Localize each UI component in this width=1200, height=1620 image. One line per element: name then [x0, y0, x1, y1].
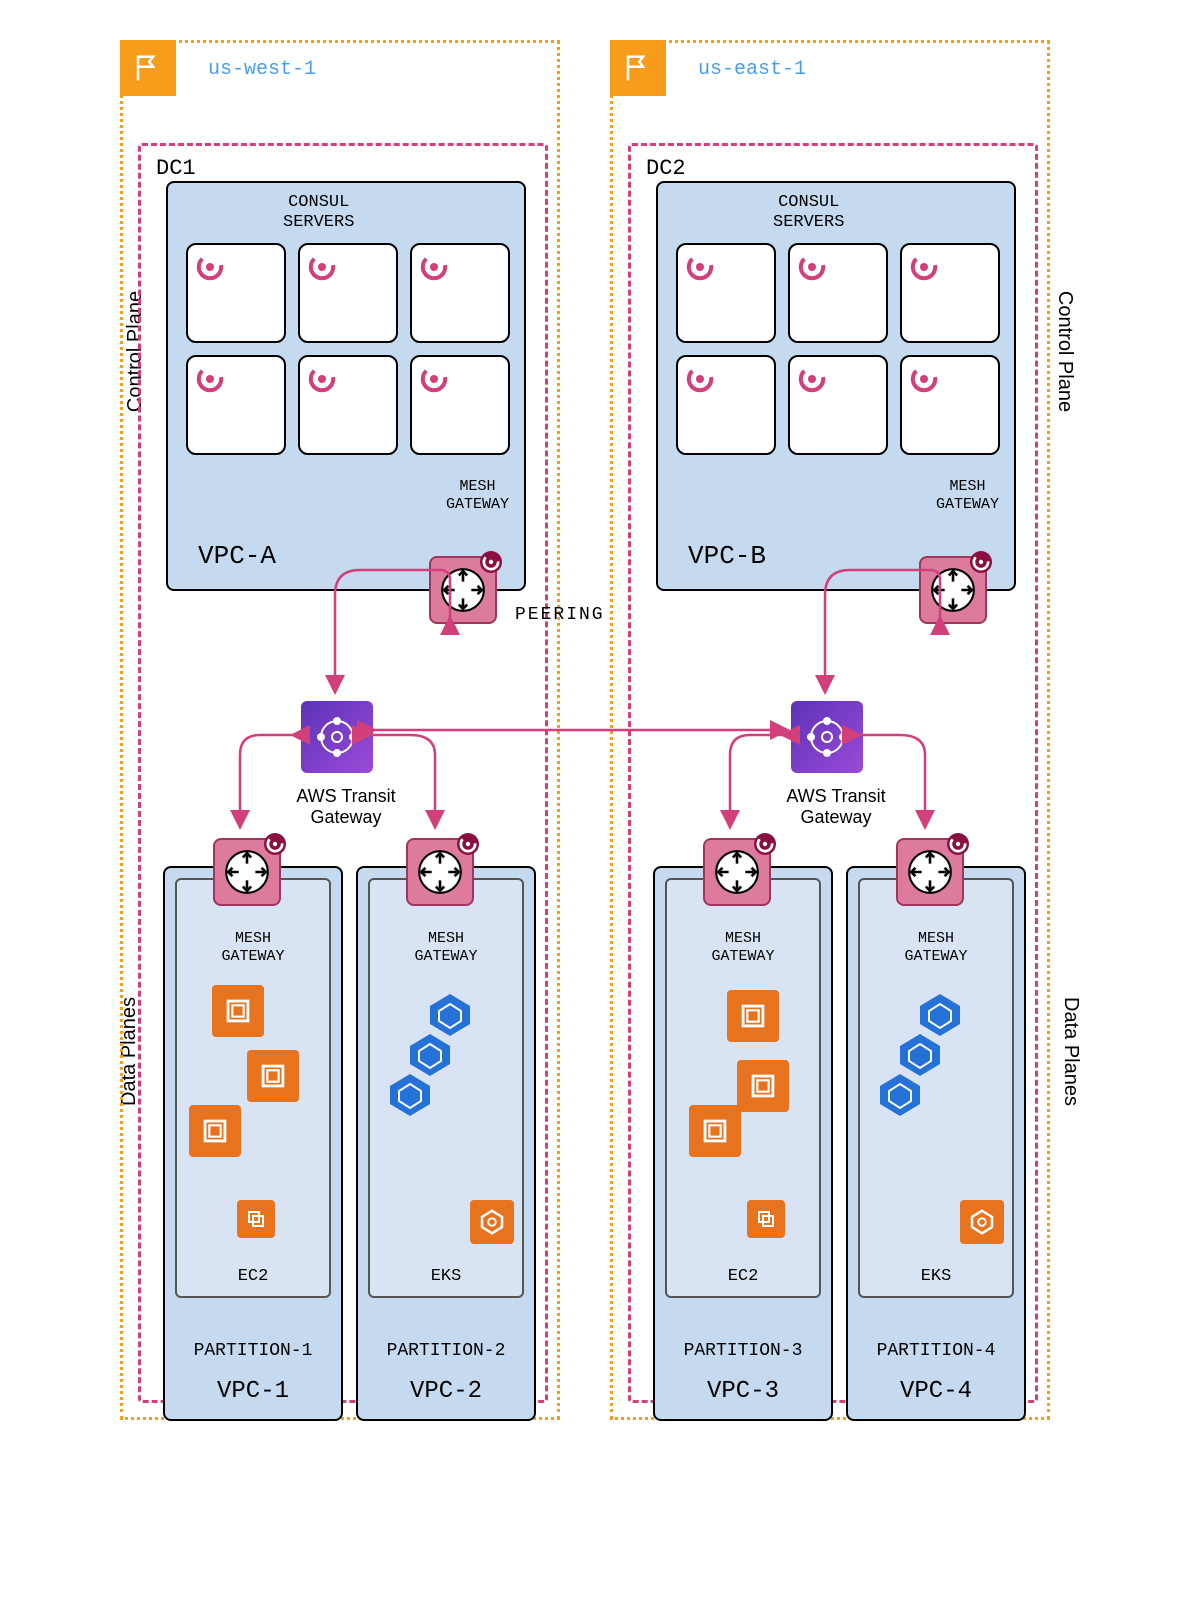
dc1-title: DC1 — [156, 156, 196, 181]
consul-icon — [684, 251, 716, 283]
mesh-gateway-icon — [213, 838, 281, 906]
vpc-1-box: MESH GATEWAY EC2 PARTITION-1 VPC-1 — [163, 866, 343, 1421]
vpc-3-label: VPC-3 — [655, 1378, 831, 1405]
region-us-west-1: us-west-1 DC1 CONSUL SERVERS MESH GATEWA… — [120, 40, 560, 1420]
consul-icon — [908, 363, 940, 395]
region-us-east-1: us-east-1 DC2 CONSUL SERVERS MESH GATEWA… — [610, 40, 1050, 1420]
consul-icon — [418, 363, 450, 395]
partition-2-box: MESH GATEWAY EKS — [368, 878, 524, 1298]
mesh-gateway-label: MESH GATEWAY — [936, 478, 999, 514]
consul-server-node — [788, 355, 888, 455]
partition-3-box: MESH GATEWAY EC2 — [665, 878, 821, 1298]
mesh-gateway-icon — [406, 838, 474, 906]
consul-server-node — [788, 243, 888, 343]
kubernetes-pod-icon — [875, 1070, 925, 1120]
ec2-instance-icon — [247, 1050, 299, 1102]
consul-server-node — [410, 355, 510, 455]
vpc-2-box: MESH GATEWAY EKS PARTITION-2 VPC-2 — [356, 866, 536, 1421]
consul-badge-icon — [264, 833, 286, 855]
region-flag-icon — [120, 40, 176, 96]
vpc-3-box: MESH GATEWAY EC2 PARTITION-3 VPC-3 — [653, 866, 833, 1421]
ec2-instance-icon — [737, 1060, 789, 1112]
consul-badge-icon — [754, 833, 776, 855]
vpc-2-label: VPC-2 — [358, 1378, 534, 1405]
eks-label: EKS — [370, 1267, 522, 1286]
consul-server-node — [298, 355, 398, 455]
partition-2-label: PARTITION-2 — [358, 1341, 534, 1361]
partition-1-label: PARTITION-1 — [165, 1341, 341, 1361]
consul-icon — [194, 251, 226, 283]
consul-server-node — [298, 243, 398, 343]
vpc-b-box: CONSUL SERVERS MESH GATEWAY VPC-B — [656, 181, 1016, 591]
consul-badge-icon — [480, 551, 502, 573]
ec2-instance-icon — [212, 985, 264, 1037]
eks-label: EKS — [860, 1267, 1012, 1286]
mesh-gateway-icon — [703, 838, 771, 906]
aws-transit-gateway-label: AWS Transit Gateway — [281, 786, 411, 828]
consul-server-node — [186, 243, 286, 343]
partition-4-label: PARTITION-4 — [848, 1341, 1024, 1361]
vpc-1-label: VPC-1 — [165, 1378, 341, 1405]
consul-icon — [908, 251, 940, 283]
eks-service-icon — [960, 1200, 1004, 1244]
vpc-a-box: CONSUL SERVERS MESH GATEWAY VPC-A — [166, 181, 526, 591]
region-name-west: us-west-1 — [208, 58, 316, 81]
data-planes-label-right: Data Planes — [1059, 997, 1082, 1106]
consul-badge-icon — [970, 551, 992, 573]
aws-transit-gateway-icon — [791, 701, 863, 773]
consul-servers-header: CONSUL SERVERS — [283, 193, 354, 234]
consul-icon — [684, 363, 716, 395]
mesh-gateway-icon — [919, 556, 987, 624]
mesh-gateway-icon — [429, 556, 497, 624]
partition-3-label: PARTITION-3 — [655, 1341, 831, 1361]
mesh-gateway-label: MESH GATEWAY — [370, 930, 522, 966]
consul-server-node — [900, 243, 1000, 343]
eks-service-icon — [470, 1200, 514, 1244]
partition-1-box: MESH GATEWAY EC2 — [175, 878, 331, 1298]
mesh-gateway-icon — [896, 838, 964, 906]
ec2-label: EC2 — [177, 1267, 329, 1286]
dc1-cluster-boundary: DC1 CONSUL SERVERS MESH GATEWAY VPC-A — [138, 143, 548, 1403]
vpc-b-label: VPC-B — [688, 541, 766, 571]
partition-4-box: MESH GATEWAY EKS — [858, 878, 1014, 1298]
aws-transit-gateway-icon — [301, 701, 373, 773]
consul-server-node — [186, 355, 286, 455]
ec2-instance-icon — [689, 1105, 741, 1157]
vpc-4-box: MESH GATEWAY EKS PARTITION-4 VPC-4 — [846, 866, 1026, 1421]
consul-servers-header: CONSUL SERVERS — [773, 193, 844, 234]
dc2-cluster-boundary: DC2 CONSUL SERVERS MESH GATEWAY VPC-B — [628, 143, 1038, 1403]
consul-icon — [418, 251, 450, 283]
consul-icon — [306, 363, 338, 395]
kubernetes-pod-icon — [385, 1070, 435, 1120]
mesh-gateway-label: MESH GATEWAY — [446, 478, 509, 514]
consul-server-node — [676, 243, 776, 343]
control-plane-label-right: Control Plane — [1053, 291, 1076, 412]
consul-icon — [796, 363, 828, 395]
ec2-service-icon — [237, 1200, 275, 1238]
region-name-east: us-east-1 — [698, 58, 806, 81]
consul-icon — [194, 363, 226, 395]
vpc-4-label: VPC-4 — [848, 1378, 1024, 1405]
consul-server-node — [900, 355, 1000, 455]
ec2-instance-icon — [189, 1105, 241, 1157]
ec2-label: EC2 — [667, 1267, 819, 1286]
consul-badge-icon — [947, 833, 969, 855]
consul-icon — [306, 251, 338, 283]
region-flag-icon — [610, 40, 666, 96]
mesh-gateway-label: MESH GATEWAY — [177, 930, 329, 966]
consul-server-node — [676, 355, 776, 455]
mesh-gateway-label: MESH GATEWAY — [667, 930, 819, 966]
vpc-a-label: VPC-A — [198, 541, 276, 571]
peering-label: PEERING — [515, 605, 605, 625]
mesh-gateway-label: MESH GATEWAY — [860, 930, 1012, 966]
dc2-title: DC2 — [646, 156, 686, 181]
ec2-service-icon — [747, 1200, 785, 1238]
ec2-instance-icon — [727, 990, 779, 1042]
consul-icon — [796, 251, 828, 283]
consul-badge-icon — [457, 833, 479, 855]
consul-server-node — [410, 243, 510, 343]
aws-transit-gateway-label: AWS Transit Gateway — [771, 786, 901, 828]
